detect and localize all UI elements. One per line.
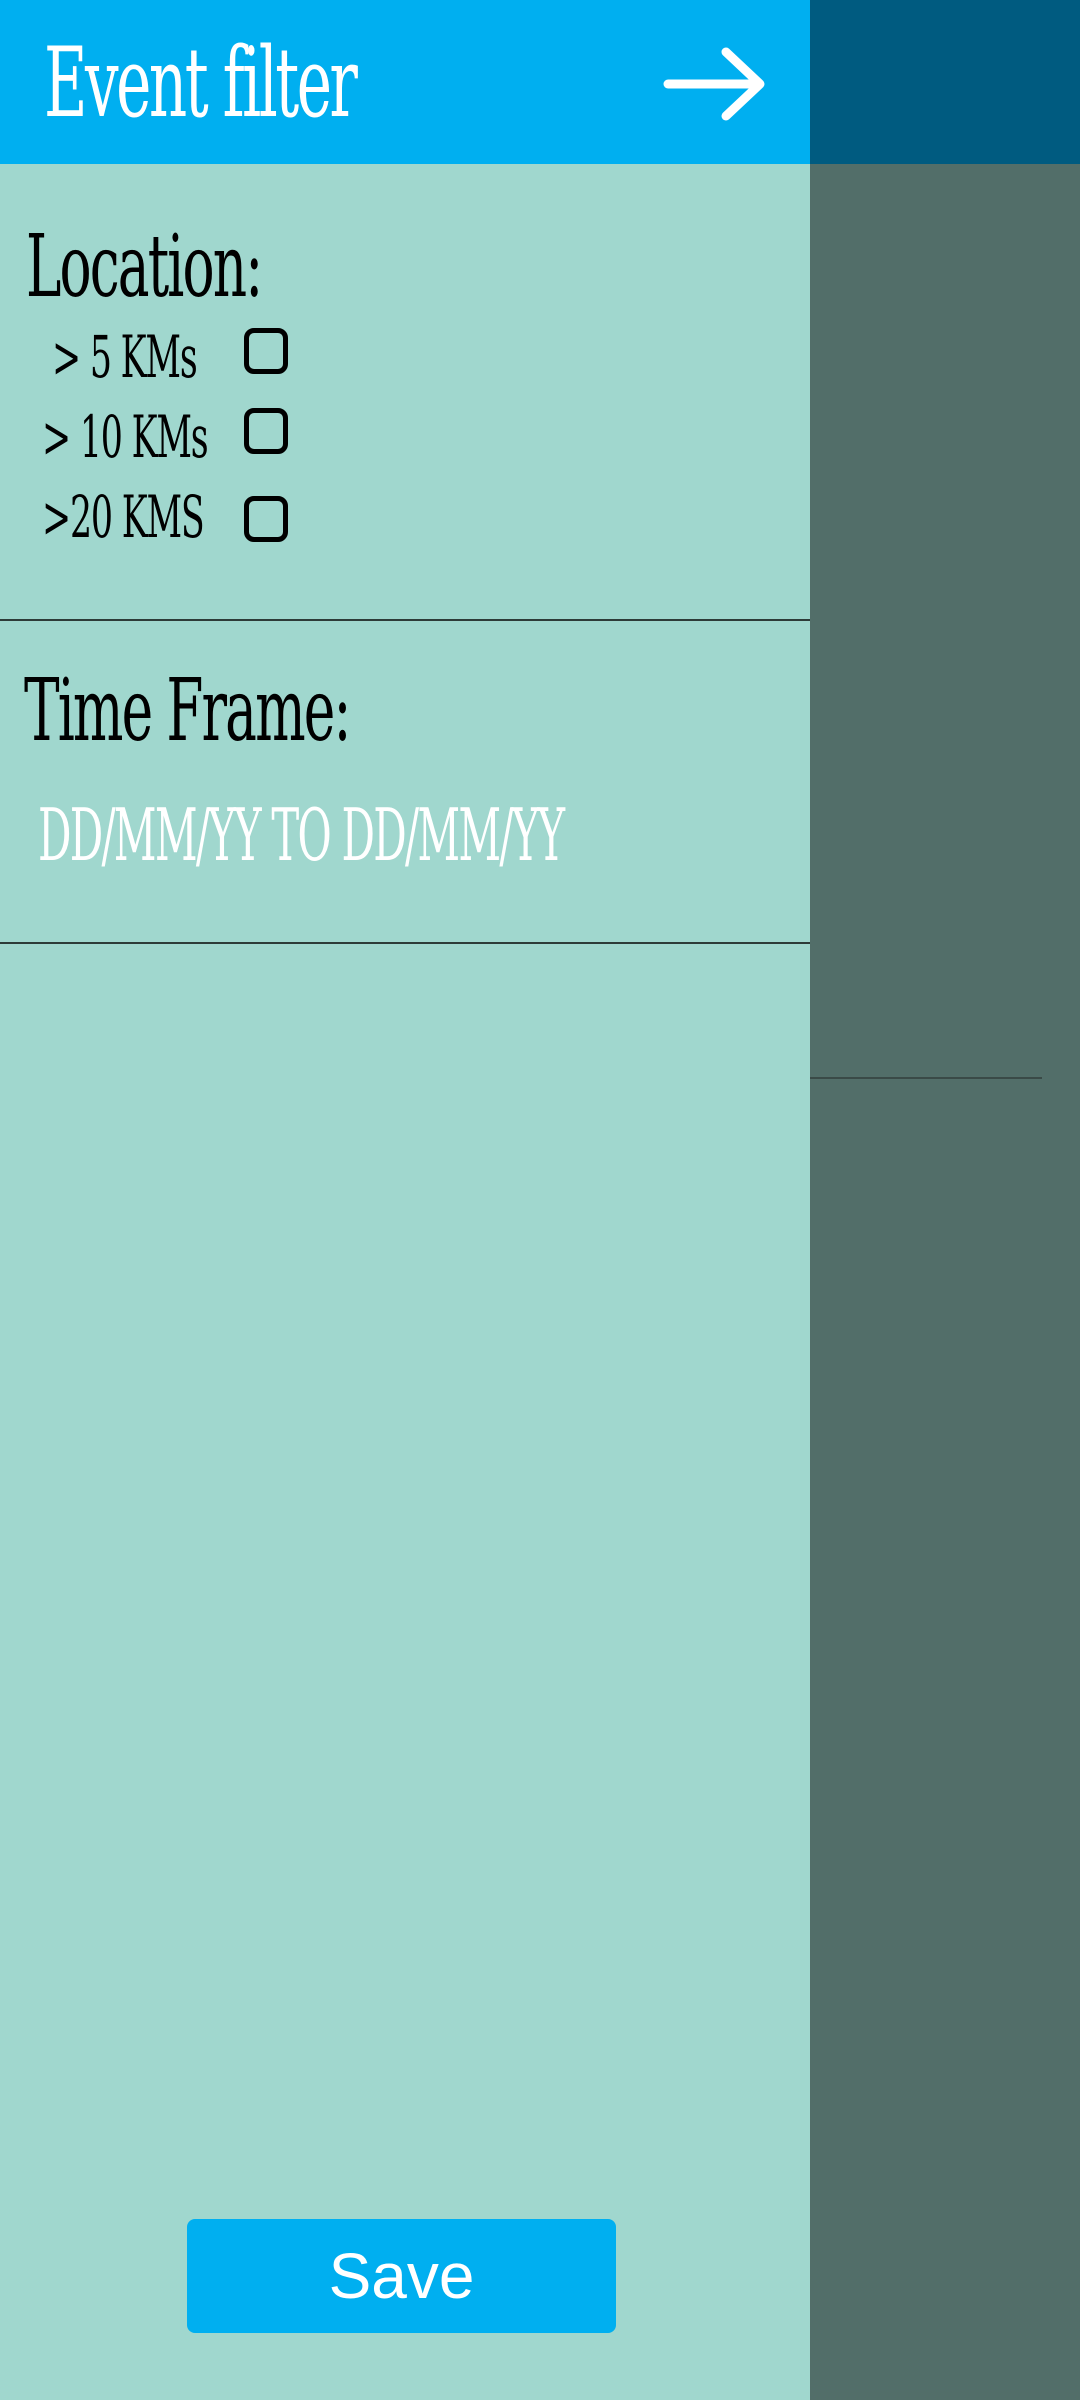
save-button[interactable]: Save bbox=[187, 2219, 616, 2333]
event-filter-drawer: Event filter Location: > 5 KMs > 10 KMs … bbox=[0, 0, 810, 2400]
background-header-scrim bbox=[810, 0, 1080, 164]
location-option-5km[interactable]: > 5 KMs bbox=[0, 324, 320, 390]
close-drawer-button[interactable] bbox=[660, 44, 770, 124]
location-10km-checkbox[interactable] bbox=[244, 408, 288, 454]
background-divider bbox=[810, 1077, 1042, 1079]
location-option-label: > 10 KMs bbox=[42, 403, 209, 471]
drawer-title: Event filter bbox=[44, 27, 358, 139]
drawer-header: Event filter bbox=[0, 0, 810, 164]
location-option-label: >20 KMS bbox=[42, 483, 205, 551]
date-range-field[interactable]: DD/MM/YY TO DD/MM/YY bbox=[38, 790, 565, 880]
location-option-10km[interactable]: > 10 KMs bbox=[0, 404, 320, 470]
section-divider bbox=[0, 942, 810, 944]
app-screen: Event filter Location: > 5 KMs > 10 KMs … bbox=[0, 0, 1080, 2400]
location-5km-checkbox[interactable] bbox=[244, 328, 288, 374]
time-frame-section-title: Time Frame: bbox=[24, 661, 351, 761]
location-20km-checkbox[interactable] bbox=[244, 496, 288, 542]
location-option-20km[interactable]: >20 KMS bbox=[0, 484, 320, 550]
location-option-label: > 5 KMs bbox=[52, 323, 198, 391]
location-section-title: Location: bbox=[26, 217, 263, 317]
section-divider bbox=[0, 619, 810, 621]
arrow-right-icon bbox=[663, 47, 765, 121]
